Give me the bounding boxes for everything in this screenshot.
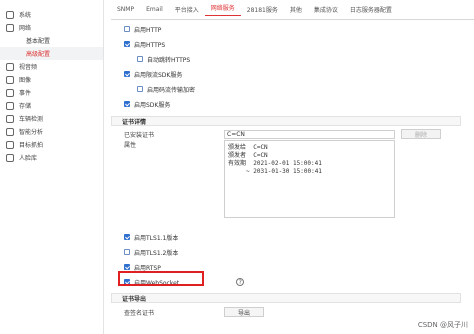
sidebar-item-label: 智能分析 xyxy=(19,129,44,136)
https-label: 启用HTTPS xyxy=(134,41,166,49)
sidebar-item-analytics[interactable]: 智能分析 xyxy=(0,125,103,138)
network-icon xyxy=(6,23,14,32)
sidebar-item-capture[interactable]: 目标抓拍 xyxy=(0,138,103,151)
sidebar-item-storage[interactable]: 存储 xyxy=(0,99,103,112)
vehicle-icon xyxy=(6,114,14,123)
sidebar-item-label: 系统 xyxy=(19,12,32,19)
sidebar-item-face-library[interactable]: 人脸库 xyxy=(0,151,103,164)
installed-cert-row: 已安装证书 C=CN 删除 xyxy=(124,129,467,139)
tls11-checkbox[interactable] xyxy=(124,234,130,240)
sidebar-item-label: 基本配置 xyxy=(26,38,51,45)
system-icon xyxy=(6,10,14,19)
tab-integration-protocol[interactable]: 集成协议 xyxy=(308,5,344,14)
analytics-icon xyxy=(6,127,14,136)
sidebar-item-label: 人脸库 xyxy=(19,155,38,162)
installed-cert-field[interactable]: C=CN xyxy=(224,129,395,139)
image-icon xyxy=(6,75,14,84)
rtsp-checkbox[interactable] xyxy=(124,264,130,270)
installed-cert-label: 已安装证书 xyxy=(124,131,155,139)
face-library-icon xyxy=(6,153,14,162)
video-audio-icon xyxy=(6,62,14,71)
http-label: 启用HTTP xyxy=(134,26,162,34)
tab-other[interactable]: 其他 xyxy=(284,5,308,14)
export-button[interactable]: 导出 xyxy=(224,307,264,317)
main-content: 启用HTTP 启用HTTPS 自动跳转HTTPS 启用限流SDK服务 启用码流传… xyxy=(111,20,467,334)
sidebar-item-basic-config[interactable]: 基本配置 xyxy=(0,34,103,47)
sdk-rate-label: 启用限流SDK服务 xyxy=(134,71,183,79)
sidebar-item-event[interactable]: 事件 xyxy=(0,86,103,99)
section-title: 证书详情 xyxy=(122,118,147,126)
sidebar-item-system[interactable]: 系统 xyxy=(0,8,103,21)
installed-cert-value: C=CN xyxy=(227,130,245,138)
section-title: 证书导出 xyxy=(122,295,147,303)
http-option[interactable]: 启用HTTP xyxy=(124,24,467,34)
http-checkbox[interactable] xyxy=(124,26,130,32)
export-label: 查签名证书 xyxy=(124,309,155,317)
capture-icon xyxy=(6,140,14,149)
cert-details-header: 证书详情 xyxy=(111,116,461,126)
sidebar-item-image[interactable]: 图像 xyxy=(0,73,103,86)
auto-https-checkbox[interactable] xyxy=(137,56,143,62)
https-checkbox[interactable] xyxy=(124,41,130,47)
tls12-label: 启用TLS1.2版本 xyxy=(134,249,179,257)
cert-export-header: 证书导出 xyxy=(111,293,461,303)
sidebar-item-label: 视音频 xyxy=(19,64,38,71)
tls12-checkbox[interactable] xyxy=(124,249,130,255)
tab-28181-service[interactable]: 28181服务 xyxy=(241,5,284,14)
sidebar-item-label: 事件 xyxy=(19,90,32,97)
sidebar-item-label: 车辆检测 xyxy=(19,116,44,123)
auto-https-label: 自动跳转HTTPS xyxy=(147,56,191,64)
sdk-label: 启用SDK服务 xyxy=(134,101,171,109)
tab-network-service[interactable]: 网络服务 xyxy=(204,3,241,16)
tls11-label: 启用TLS1.1版本 xyxy=(134,234,179,242)
stream-encrypt-checkbox[interactable] xyxy=(137,86,143,92)
https-option[interactable]: 启用HTTPS xyxy=(124,39,467,49)
tab-snmp[interactable]: SNMP xyxy=(111,6,140,13)
event-icon xyxy=(6,88,14,97)
watermark: CSDN @风子川 xyxy=(417,321,468,329)
sidebar-item-label: 网络 xyxy=(19,25,32,32)
sdk-rate-option[interactable]: 启用限流SDK服务 xyxy=(124,69,467,79)
tab-bar: SNMP Email 平台接入 网络服务 28181服务 其他 集成协议 日志服… xyxy=(111,0,474,20)
tab-platform-access[interactable]: 平台接入 xyxy=(169,5,205,14)
sidebar-item-label: 目标抓拍 xyxy=(19,142,44,149)
tls12-option[interactable]: 启用TLS1.2版本 xyxy=(124,247,467,257)
help-icon[interactable]: ? xyxy=(236,278,245,286)
highlight-box xyxy=(118,271,204,286)
sidebar-item-label: 图像 xyxy=(19,77,32,84)
tls11-option[interactable]: 启用TLS1.1版本 xyxy=(124,232,467,242)
sdk-option[interactable]: 启用SDK服务 xyxy=(124,99,467,109)
sdk-checkbox[interactable] xyxy=(124,101,130,107)
export-row: 查签名证书 导出 xyxy=(124,307,467,317)
sidebar-item-network[interactable]: 网络 xyxy=(0,21,103,34)
stream-encrypt-option[interactable]: 启用码流传输加密 xyxy=(137,84,467,94)
sidebar-item-advanced-config[interactable]: 高级配置 xyxy=(0,47,103,60)
attr-row: 属性 颁发给 C=CN 颁发者 C=CN 有效期 2021-02-01 15:0… xyxy=(124,140,467,218)
sidebar-item-vehicle[interactable]: 车辆检测 xyxy=(0,112,103,125)
attr-textarea[interactable]: 颁发给 C=CN 颁发者 C=CN 有效期 2021-02-01 15:00:4… xyxy=(224,140,395,218)
stream-encrypt-label: 启用码流传输加密 xyxy=(147,86,196,94)
sidebar-item-label: 存储 xyxy=(19,103,32,110)
attr-label: 属性 xyxy=(124,142,137,149)
sidebar-item-label: 高级配置 xyxy=(26,51,51,58)
sidebar-item-video-audio[interactable]: 视音频 xyxy=(0,60,103,73)
auto-https-option[interactable]: 自动跳转HTTPS xyxy=(137,54,467,64)
tab-log-server-config[interactable]: 日志服务器配置 xyxy=(344,5,398,14)
storage-icon xyxy=(6,101,14,110)
sdk-rate-checkbox[interactable] xyxy=(124,71,130,77)
sidebar: 系统 网络 基本配置 高级配置 视音频 图像 事件 存储 车辆检测 智能分析 目… xyxy=(0,0,104,334)
delete-button[interactable]: 删除 xyxy=(401,129,441,139)
tab-email[interactable]: Email xyxy=(140,6,169,13)
